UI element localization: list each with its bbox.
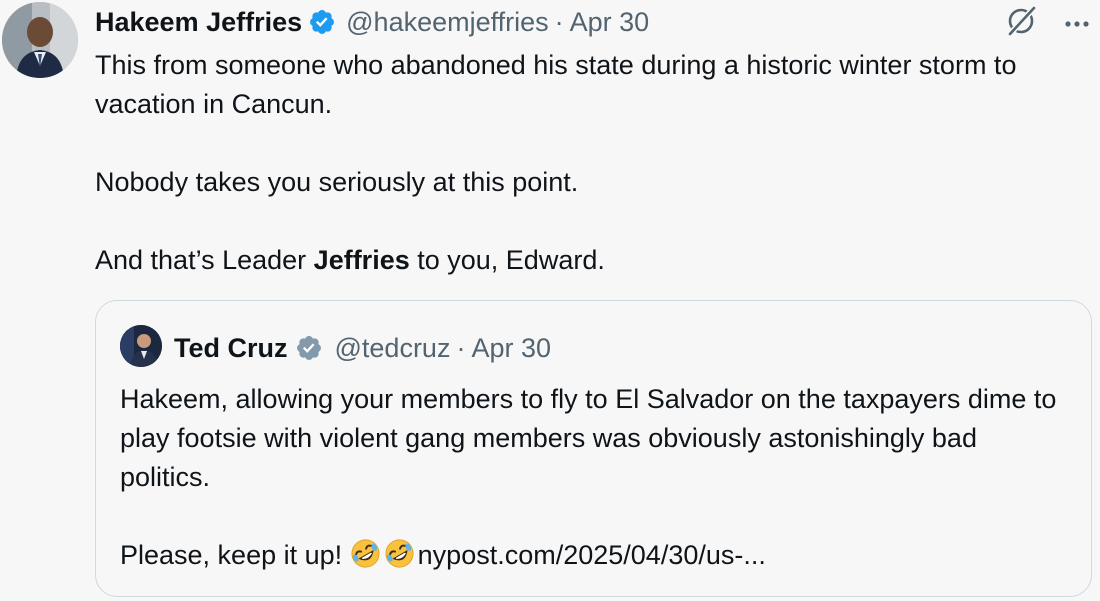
grok-icon[interactable]: [1004, 4, 1038, 43]
tweet-paragraph: Nobody takes you seriously at this point…: [95, 167, 579, 197]
quoted-tweet-link[interactable]: nypost.com/2025/04/30/us-...: [418, 540, 766, 570]
quoted-author-handle[interactable]: @tedcruz: [335, 331, 451, 365]
quoted-author-name[interactable]: Ted Cruz: [174, 331, 288, 365]
tweet-header: Hakeem Jeffries @hakeemjeffries · Apr 30: [95, 5, 649, 39]
quoted-tweet-header: Ted Cruz @tedcruz · Apr 30: [174, 331, 551, 365]
author-handle[interactable]: @hakeemjeffries: [346, 5, 549, 39]
tweet-text-segment: to you, Edward.: [409, 245, 605, 275]
tweet-date[interactable]: Apr 30: [570, 5, 650, 39]
quoted-tweet-text: Hakeem, allowing your members to fly to …: [120, 380, 1070, 575]
quoted-tweet-paragraph: Hakeem, allowing your members to fly to …: [120, 384, 1057, 492]
quoted-tweet-date[interactable]: Apr 30: [471, 331, 551, 365]
tweet-actions-top: [1004, 4, 1090, 43]
tweet-paragraph: This from someone who abandoned his stat…: [95, 50, 1017, 119]
tweet-paragraph: And that’s Leader Jeffries to you, Edwar…: [95, 241, 1095, 280]
tweet-text: This from someone who abandoned his stat…: [95, 46, 1095, 280]
gray-verified-badge-icon[interactable]: [295, 334, 323, 362]
quoted-tweet-paragraph: Please, keep it up! nypost.com/2025/04/3…: [120, 536, 1070, 575]
tweet-text-segment: And that’s Leader: [95, 245, 314, 275]
author-name[interactable]: Hakeem Jeffries: [95, 5, 302, 39]
quoted-author-avatar[interactable]: [120, 325, 162, 367]
header-separator: ·: [554, 7, 564, 37]
quoted-tweet-card[interactable]: Ted Cruz @tedcruz · Apr 30 Hakeem, allow…: [95, 300, 1092, 597]
quoted-header-separator: ·: [456, 333, 466, 363]
quoted-text-segment: Please, keep it up!: [120, 540, 350, 570]
verified-badge-icon[interactable]: [308, 8, 336, 36]
author-avatar[interactable]: [2, 2, 78, 78]
more-options-icon[interactable]: [1064, 15, 1090, 33]
rolling-on-floor-laughing-emoji-icon: [384, 538, 415, 569]
tweet[interactable]: Hakeem Jeffries @hakeemjeffries · Apr 30: [0, 0, 1100, 601]
rolling-on-floor-laughing-emoji-icon: [350, 538, 381, 569]
tweet-text-bold: Jeffries: [313, 245, 410, 275]
